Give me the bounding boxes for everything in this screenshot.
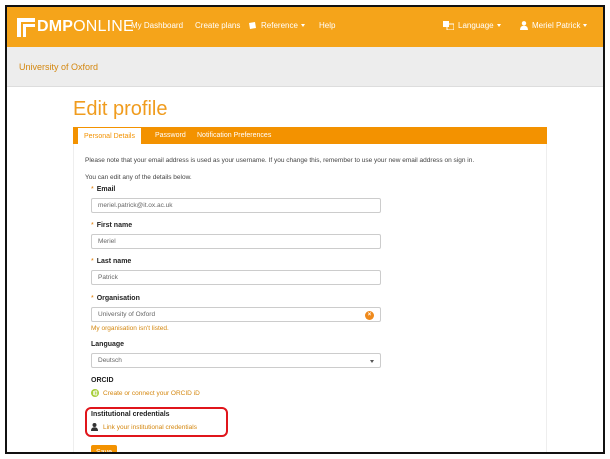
language-label: Language (91, 341, 125, 348)
last-name-field[interactable]: Patrick (91, 270, 381, 285)
user-icon (520, 21, 528, 30)
chevron-down-icon (300, 24, 305, 27)
top-navbar: DMPONLINE My Dashboard Create plans Refe… (7, 7, 603, 47)
language-menu[interactable]: Language (443, 21, 501, 30)
organisation-not-listed-link[interactable]: My organisation isn't listed. (91, 325, 169, 332)
screenshot-frame: DMPONLINE My Dashboard Create plans Refe… (5, 5, 605, 454)
chevron-down-icon (496, 24, 501, 27)
organisation-label: * Organisation (91, 295, 140, 302)
logo-mark-icon (17, 17, 35, 37)
organisation-name[interactable]: University of Oxford (19, 62, 98, 72)
clear-icon[interactable]: × (365, 311, 374, 320)
first-name-label: * First name (91, 222, 133, 229)
logo-text: DMPONLINE (37, 18, 134, 35)
highlight-annotation (85, 407, 228, 437)
first-name-field[interactable]: Meriel (91, 234, 381, 249)
edit-intro: You can edit any of the details below. (85, 174, 192, 181)
orcid-icon (91, 389, 99, 397)
tab-password[interactable]: Password (149, 127, 192, 144)
nav-help[interactable]: Help (319, 21, 335, 30)
tab-personal-details[interactable]: Personal Details (77, 127, 142, 144)
dmponline-logo[interactable]: DMPONLINE (17, 16, 134, 38)
language-icon (443, 21, 454, 30)
chevron-down-icon (370, 360, 374, 363)
email-label: * Email (91, 186, 116, 193)
tab-notification-preferences[interactable]: Notification Preferences (191, 127, 277, 144)
nav-create-plans[interactable]: Create plans (195, 21, 240, 30)
orcid-connect-link[interactable]: Create or connect your ORCID iD (91, 389, 200, 397)
last-name-label: * Last name (91, 258, 132, 265)
nav-reference[interactable]: Reference (248, 21, 305, 30)
language-select[interactable]: Deutsch (91, 353, 381, 368)
user-menu[interactable]: Meriel Patrick (520, 21, 588, 30)
organisation-field[interactable]: University of Oxford × (91, 307, 381, 322)
chevron-down-icon (583, 24, 588, 27)
organisation-bar: University of Oxford (7, 47, 603, 87)
orcid-label: ORCID (91, 377, 114, 384)
nav-my-dashboard[interactable]: My Dashboard (131, 21, 183, 30)
save-button[interactable]: Save (91, 445, 117, 452)
profile-tabs: Personal Details Password Notification P… (73, 127, 547, 144)
book-icon (249, 21, 256, 29)
email-field[interactable]: meriel.patrick@it.ox.ac.uk (91, 198, 381, 213)
username-note: Please note that your email address is u… (85, 157, 475, 164)
page-title: Edit profile (73, 98, 168, 120)
